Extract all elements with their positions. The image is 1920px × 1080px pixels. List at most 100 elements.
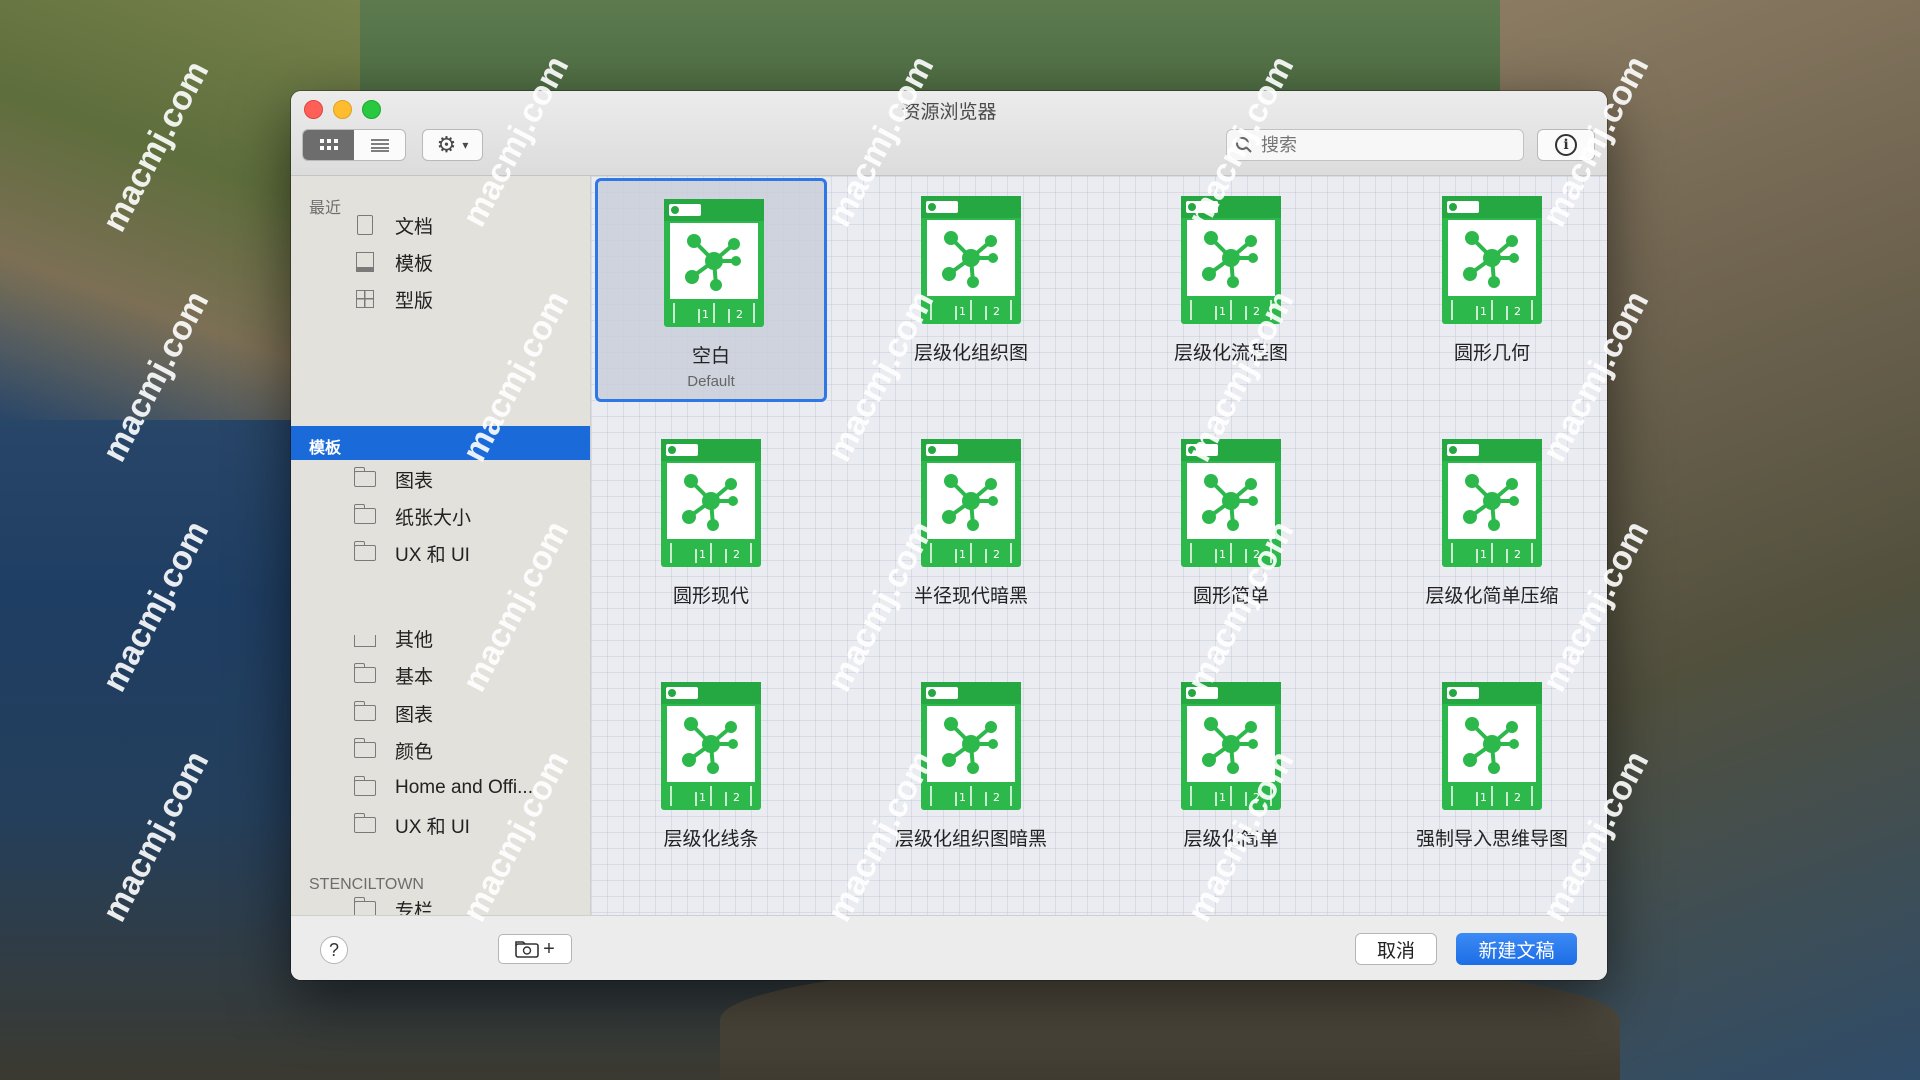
desktop: { "window": { "title": "资源浏览器" }, "toolb… — [0, 0, 1920, 1080]
action-menu-button[interactable]: ⚙ ▾ — [422, 129, 483, 161]
sidebar-item-charts-2[interactable]: 图表 — [353, 698, 433, 728]
svg-text:2: 2 — [1514, 305, 1521, 318]
template-name: 层级化流程图 — [1173, 343, 1288, 364]
template-tile[interactable]: 1 2 强制导入思维导图 — [1376, 664, 1607, 888]
template-grid: 1 2 空白 Default 1 2 层级化组织图 1 2 层级化流程图 1 2 圆形几何 1 2 圆形现代 1… — [591, 176, 1607, 915]
template-tile[interactable]: 1 2 空白 Default — [595, 178, 827, 402]
template-name: 强制导入思维导图 — [1415, 829, 1568, 850]
omnigraffle-template-icon: 12 — [921, 439, 1021, 567]
svg-text:2: 2 — [736, 308, 743, 321]
search-icon — [1227, 136, 1261, 154]
sidebar-item-basic[interactable]: 基本 — [353, 660, 433, 690]
sidebar: 最近 文档 模板 型版 模板 图表 纸张大小 UX 和 UI 其他 基本 图表 … — [291, 176, 591, 915]
template-tile[interactable]: 1 2 圆形简单 — [1115, 421, 1347, 645]
template-tile[interactable]: 1 2 层级化组织图 — [855, 178, 1087, 402]
omnigraffle-template-icon: 12 — [1442, 682, 1542, 810]
omnigraffle-template-icon: 12 — [661, 682, 761, 810]
search-field[interactable] — [1226, 129, 1524, 161]
list-view-button[interactable] — [354, 130, 405, 160]
help-button[interactable]: ? — [320, 936, 348, 964]
folder-icon — [353, 467, 377, 489]
folder-add-icon — [515, 941, 539, 958]
info-button[interactable]: i — [1537, 129, 1595, 161]
svg-text:1: 1 — [959, 791, 966, 804]
template-tile[interactable]: 1 2 圆形几何 — [1376, 178, 1607, 402]
watermark-text: macmj.com — [95, 744, 217, 928]
sidebar-item-charts[interactable]: 图表 — [353, 464, 433, 494]
omnigraffle-template-icon: 12 — [921, 682, 1021, 810]
svg-text:2: 2 — [1253, 791, 1260, 804]
omnigraffle-template-icon: 12 — [1181, 196, 1281, 324]
sidebar-item-label: UX 和 UI — [395, 544, 470, 566]
sidebar-item-ux-ui-2[interactable]: UX 和 UI — [353, 810, 470, 840]
template-tile[interactable]: 1 2 层级化简单 — [1115, 664, 1347, 888]
template-tile[interactable]: 1 2 半径现代暗黑 — [855, 421, 1087, 645]
template-tile[interactable]: 1 2 层级化线条 — [595, 664, 827, 888]
template-name: 圆形现代 — [672, 586, 749, 607]
sidebar-item-documents[interactable]: 文档 — [353, 210, 433, 240]
sidebar-item-column[interactable]: 专栏 — [353, 894, 433, 915]
list-view-icon — [370, 139, 389, 152]
sidebar-item-templates[interactable]: 模板 — [353, 247, 433, 277]
sidebar-item-label: 基本 — [395, 666, 434, 688]
svg-text:1: 1 — [1219, 791, 1226, 804]
folder-icon — [353, 776, 377, 798]
search-input[interactable] — [1261, 134, 1501, 156]
watermark-text: macmj.com — [95, 514, 217, 698]
omnigraffle-template-icon: 12 — [1442, 439, 1542, 567]
svg-text:2: 2 — [993, 548, 1000, 561]
sidebar-item-colors[interactable]: 颜色 — [353, 735, 433, 765]
svg-text:1: 1 — [1480, 548, 1487, 561]
omnigraffle-template-icon: 12 — [664, 199, 764, 327]
folder-icon — [353, 897, 377, 915]
template-icon — [353, 252, 377, 272]
svg-text:1: 1 — [702, 308, 709, 321]
template-name: 层级化简单 — [1183, 829, 1279, 850]
sidebar-item-label: 型版 — [395, 290, 434, 312]
titlebar: 资源浏览器 ⚙ ▾ i — [291, 91, 1607, 176]
add-folder-button[interactable]: + — [498, 934, 572, 964]
window-title: 资源浏览器 — [901, 102, 997, 123]
info-icon: i — [1555, 134, 1577, 156]
sidebar-item-ux-ui[interactable]: UX 和 UI — [353, 538, 470, 568]
svg-text:1: 1 — [1219, 548, 1226, 561]
sidebar-section-templates-selected[interactable]: 模板 — [291, 426, 590, 460]
svg-text:2: 2 — [1253, 548, 1260, 561]
svg-text:1: 1 — [1480, 305, 1487, 318]
template-name: 层级化简单压缩 — [1425, 586, 1559, 607]
sidebar-item-home-office[interactable]: Home and Offi... — [353, 773, 533, 803]
template-name: 圆形几何 — [1453, 343, 1530, 364]
sidebar-section-label: 模板 — [309, 440, 342, 457]
folder-icon — [353, 738, 377, 760]
folder-icon — [353, 504, 377, 526]
add-label: + — [543, 937, 555, 960]
template-tile[interactable]: 1 2 层级化简单压缩 — [1376, 421, 1607, 645]
template-tile[interactable]: 1 2 圆形现代 — [595, 421, 827, 645]
svg-text:1: 1 — [699, 548, 706, 561]
sidebar-item-other[interactable]: 其他 — [353, 623, 433, 653]
view-mode-segment — [302, 129, 406, 161]
resource-browser-window: 资源浏览器 ⚙ ▾ i — [291, 91, 1607, 980]
svg-text:2: 2 — [1253, 305, 1260, 318]
template-name: 层级化组织图 — [913, 343, 1028, 364]
new-document-button[interactable]: 新建文稿 — [1456, 933, 1577, 965]
svg-text:2: 2 — [733, 548, 740, 561]
svg-text:1: 1 — [1219, 305, 1226, 318]
template-tile[interactable]: 1 2 层级化流程图 — [1115, 178, 1347, 402]
template-tile[interactable]: 1 2 层级化组织图暗黑 — [855, 664, 1087, 888]
grid-view-button[interactable] — [303, 130, 354, 160]
svg-text:1: 1 — [699, 791, 706, 804]
document-icon — [353, 215, 377, 235]
sidebar-item-label: 文档 — [395, 216, 434, 238]
template-name: 层级化线条 — [663, 829, 759, 850]
omnigraffle-template-icon: 12 — [661, 439, 761, 567]
sidebar-item-paper-size[interactable]: 纸张大小 — [353, 501, 471, 531]
cancel-button[interactable]: 取消 — [1355, 933, 1437, 965]
sidebar-item-label: 模板 — [395, 253, 434, 275]
sidebar-item-stencils[interactable]: 型版 — [353, 284, 433, 314]
template-subtitle: Default — [687, 373, 735, 390]
template-name: 层级化组织图暗黑 — [894, 829, 1047, 850]
sidebar-item-label: Home and Offi... — [395, 777, 533, 798]
sidebar-item-label: 颜色 — [395, 741, 434, 763]
sidebar-section-stenciltown: STENCILTOWN — [309, 876, 424, 893]
